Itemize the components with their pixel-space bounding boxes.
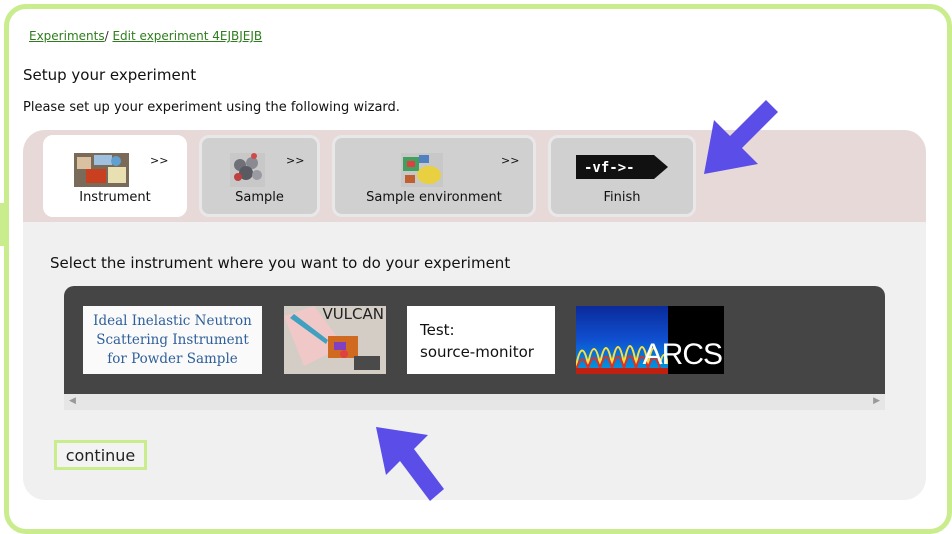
pointer-arrow-icon bbox=[376, 427, 444, 501]
instrument-carousel: Ideal Inelastic Neutron Scattering Instr… bbox=[64, 286, 885, 410]
ideal-card-line-3: for Powder Sample bbox=[107, 351, 238, 367]
continue-button[interactable]: continue bbox=[54, 440, 147, 470]
sample-environment-thumbnail-icon bbox=[401, 153, 443, 187]
step-sample-label: Sample bbox=[235, 190, 284, 205]
page-description: Please set up your experiment using the … bbox=[23, 100, 400, 115]
finish-icon-text: -vf->- bbox=[584, 160, 635, 176]
step-instrument[interactable]: >> Instrument bbox=[43, 135, 187, 217]
scroll-right-icon[interactable]: ▶ bbox=[873, 396, 880, 406]
step-sample-environment-label: Sample environment bbox=[366, 190, 502, 205]
breadcrumb: Experiments/ Edit experiment 4EJBJEJB bbox=[29, 29, 262, 43]
vulcan-label: VULCAN bbox=[322, 306, 384, 323]
step-sample-environment[interactable]: >> Sample environment bbox=[332, 135, 536, 217]
instrument-thumbnail-icon bbox=[74, 153, 129, 187]
test-card-line-2: source-monitor bbox=[420, 343, 534, 361]
frame-notch bbox=[0, 203, 7, 246]
scroll-left-icon[interactable]: ◀ bbox=[69, 396, 76, 406]
arcs-label: ARCS bbox=[642, 338, 723, 371]
breadcrumb-edit-link[interactable]: Edit experiment 4EJBJEJB bbox=[112, 29, 262, 43]
carousel-scrollbar[interactable]: ◀ ▶ bbox=[64, 394, 885, 410]
step-sample[interactable]: >> Sample bbox=[199, 135, 320, 217]
ideal-card-line-1: Ideal Inelastic Neutron bbox=[93, 313, 252, 329]
instrument-card-vulcan[interactable]: VULCAN bbox=[284, 306, 386, 374]
step-next-arrow: >> bbox=[501, 154, 520, 167]
instrument-card-ideal[interactable]: Ideal Inelastic Neutron Scattering Instr… bbox=[83, 306, 262, 374]
step-finish[interactable]: -vf->- Finish bbox=[548, 135, 696, 217]
wizard-panel: >> Instrument >> Sample >> Sample enviro… bbox=[23, 130, 926, 500]
step-next-arrow: >> bbox=[286, 154, 305, 167]
step-next-arrow: >> bbox=[150, 154, 169, 167]
instrument-card-test[interactable]: Test: source-monitor bbox=[407, 306, 555, 374]
sample-thumbnail-icon bbox=[230, 153, 265, 187]
breadcrumb-separator: / bbox=[104, 29, 109, 43]
step-finish-label: Finish bbox=[603, 190, 641, 205]
instruction-text: Select the instrument where you want to … bbox=[50, 254, 511, 272]
ideal-card-line-2: Scattering Instrument bbox=[96, 332, 249, 348]
instrument-card-arcs[interactable]: ARCS bbox=[576, 306, 724, 374]
breadcrumb-experiments-link[interactable]: Experiments bbox=[29, 29, 105, 43]
pointer-arrow-icon bbox=[704, 100, 778, 174]
page-title: Setup your experiment bbox=[23, 66, 197, 84]
test-card-line-1: Test: bbox=[420, 321, 455, 339]
finish-thumbnail-icon: -vf->- bbox=[576, 155, 668, 179]
step-instrument-label: Instrument bbox=[79, 190, 151, 205]
